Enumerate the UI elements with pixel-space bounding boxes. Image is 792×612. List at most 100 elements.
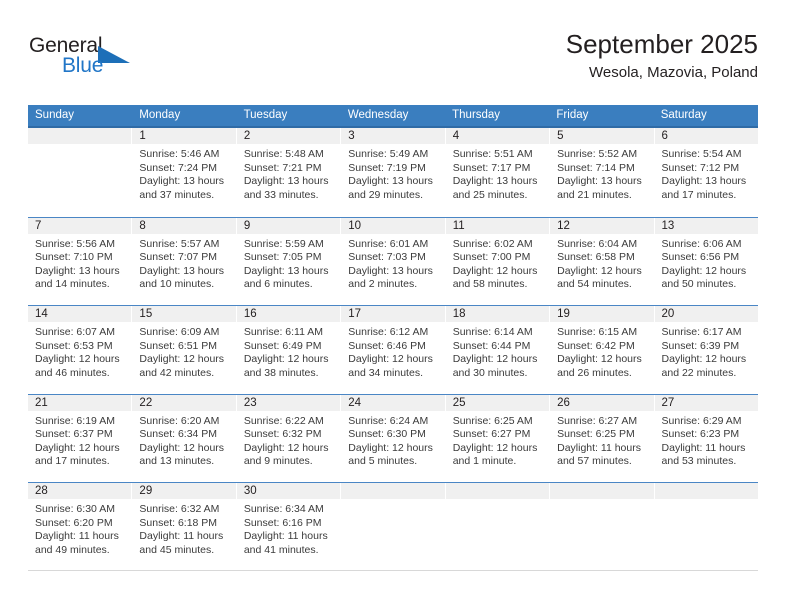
day-number — [445, 483, 550, 499]
day-daylight-line2-text: and 29 minutes. — [348, 188, 423, 201]
calendar-day-19[interactable]: 19 Sunrise: 6:15 AM Sunset: 6:42 PM Dayligh… — [550, 306, 655, 394]
day-details: Sunrise: 6:15 AM Sunset: 6:42 PM Daylight:… — [550, 322, 653, 380]
calendar-day-20[interactable]: 20 Sunrise: 6:17 AM Sunset: 6:39 PM Dayligh… — [654, 306, 758, 394]
day-daylight-line2-text: and 42 minutes. — [139, 366, 215, 379]
day-number: 23 — [236, 394, 341, 411]
day-number — [550, 483, 654, 499]
calendar-day-13[interactable]: 13 Sunrise: 6:06 AM Sunset: 6:56 PM Dayligh… — [654, 217, 758, 305]
calendar-day-15[interactable]: 15 Sunrise: 6:09 AM Sunset: 6:51 PM Dayligh… — [132, 306, 237, 394]
day-daylight-line2-text: and 22 minutes. — [661, 366, 737, 379]
day-sunrise-text: Sunrise: 6:04 AM — [557, 237, 638, 250]
day-number: 27 — [654, 394, 758, 411]
day-sunset-text: Sunset: 6:23 PM — [661, 428, 740, 441]
day-number — [341, 483, 445, 499]
day-sunrise-text: Sunrise: 6:15 AM — [557, 326, 638, 338]
day-daylight-line1-text: Daylight: 12 hours — [139, 441, 225, 454]
day-sunset-text: Sunset: 6:16 PM — [243, 516, 322, 529]
day-sunrise-text: Sunrise: 6:22 AM — [243, 414, 324, 427]
calendar-day-5[interactable]: 5 Sunrise: 5:52 AM Sunset: 7:14 PM Daylight… — [550, 128, 655, 217]
calendar-day-2[interactable]: 2 Sunrise: 5:48 AM Sunset: 7:21 PM Daylight… — [236, 128, 342, 217]
calendar-day-16[interactable]: 16 Sunrise: 6:11 AM Sunset: 6:49 PM Dayligh… — [236, 306, 342, 394]
calendar-day-28[interactable]: 28 Sunrise: 6:30 AM Sunset: 6:20 PM Dayligh… — [28, 483, 133, 570]
day-number: 26 — [550, 394, 654, 411]
calendar-day-empty — [654, 483, 758, 570]
day-sunrise-text: Sunrise: 6:02 AM — [452, 237, 533, 250]
calendar-day-18[interactable]: 18 Sunrise: 6:14 AM Sunset: 6:44 PM Dayligh… — [445, 306, 551, 394]
calendar-day-29[interactable]: 29 Sunrise: 6:32 AM Sunset: 6:18 PM Dayligh… — [132, 483, 237, 570]
day-sunset-text: Sunset: 6:34 PM — [139, 428, 218, 441]
day-details — [341, 499, 444, 503]
day-details: Sunrise: 5:56 AM Sunset: 7:10 PM Daylight:… — [28, 234, 131, 292]
day-number: 25 — [445, 394, 550, 411]
day-daylight-line2-text: and 9 minutes. — [243, 455, 313, 468]
weekday-header-wednesday: Wednesday — [347, 109, 409, 121]
brand-logo[interactable]: General Blue — [28, 30, 248, 88]
calendar-week-row: 1 Sunrise: 5:46 AM Sunset: 7:24 PM Daylight… — [28, 128, 758, 217]
day-number: 13 — [654, 217, 758, 234]
day-details: Sunrise: 6:25 AM Sunset: 6:27 PM Daylight:… — [446, 411, 549, 469]
day-sunset-text: Sunset: 7:12 PM — [661, 161, 740, 174]
day-daylight-line2-text: and 17 minutes. — [661, 188, 737, 201]
day-daylight-line1-text: Daylight: 12 hours — [661, 353, 747, 366]
day-number: 18 — [445, 306, 550, 322]
day-sunrise-text: Sunrise: 6:24 AM — [348, 414, 429, 427]
day-sunset-text: Sunset: 6:30 PM — [348, 428, 426, 441]
calendar-day-22[interactable]: 22 Sunrise: 6:20 AM Sunset: 6:34 PM Dayligh… — [132, 394, 237, 482]
day-daylight-line2-text: and 37 minutes. — [139, 188, 215, 201]
day-daylight-line2-text: and 30 minutes. — [452, 366, 528, 379]
day-number: 10 — [341, 217, 445, 234]
calendar-day-empty — [445, 483, 551, 570]
calendar-day-10[interactable]: 10 Sunrise: 6:01 AM Sunset: 7:03 PM Dayligh… — [341, 217, 446, 305]
calendar-day-8[interactable]: 8 Sunrise: 5:57 AM Sunset: 7:07 PM Daylight… — [132, 217, 237, 305]
calendar-day-12[interactable]: 12 Sunrise: 6:04 AM Sunset: 6:58 PM Dayligh… — [550, 217, 655, 305]
day-sunset-text: Sunset: 7:19 PM — [348, 161, 426, 174]
day-daylight-line1-text: Daylight: 12 hours — [139, 353, 225, 366]
day-daylight-line1-text: Daylight: 11 hours — [243, 530, 328, 543]
calendar-day-30[interactable]: 30 Sunrise: 6:34 AM Sunset: 6:16 PM Dayligh… — [236, 483, 342, 570]
day-sunset-text: Sunset: 7:03 PM — [348, 251, 426, 264]
day-sunset-text: Sunset: 7:05 PM — [243, 251, 322, 264]
calendar-day-11[interactable]: 11 Sunrise: 6:02 AM Sunset: 7:00 PM Dayligh… — [445, 217, 551, 305]
day-number: 24 — [341, 394, 445, 411]
calendar-day-9[interactable]: 9 Sunrise: 5:59 AM Sunset: 7:05 PM Daylight… — [236, 217, 342, 305]
calendar-day-25[interactable]: 25 Sunrise: 6:25 AM Sunset: 6:27 PM Dayligh… — [445, 394, 551, 482]
day-details: Sunrise: 6:12 AM Sunset: 6:46 PM Daylight:… — [341, 322, 444, 380]
calendar-day-23[interactable]: 23 Sunrise: 6:22 AM Sunset: 6:32 PM Dayligh… — [236, 394, 342, 482]
calendar-day-4[interactable]: 4 Sunrise: 5:51 AM Sunset: 7:17 PM Daylight… — [445, 128, 551, 217]
weekday-header-row: Sunday Monday Tuesday Wednesday Thursday Frid… — [28, 105, 758, 128]
day-daylight-line2-text: and 41 minutes. — [243, 543, 319, 556]
day-sunrise-text: Sunrise: 6:34 AM — [243, 503, 324, 515]
calendar-week-row: 21 Sunrise: 6:19 AM Sunset: 6:37 PM Dayligh… — [28, 393, 758, 482]
day-daylight-line2-text: and 1 minute. — [452, 455, 517, 468]
day-sunrise-text: Sunrise: 6:25 AM — [452, 414, 533, 427]
day-details: Sunrise: 6:24 AM Sunset: 6:30 PM Daylight:… — [341, 411, 444, 469]
calendar-day-1[interactable]: 1 Sunrise: 5:46 AM Sunset: 7:24 PM Daylight… — [132, 128, 237, 217]
day-sunset-text: Sunset: 6:46 PM — [348, 339, 426, 352]
calendar-day-empty — [341, 483, 446, 570]
day-daylight-line2-text: and 10 minutes. — [139, 278, 215, 291]
day-details: Sunrise: 5:49 AM Sunset: 7:19 PM Daylight:… — [341, 144, 444, 202]
calendar-page: General Blue September 2025 Wesola, Mazo… — [0, 0, 792, 612]
calendar-day-6[interactable]: 6 Sunrise: 5:54 AM Sunset: 7:12 PM Daylight… — [654, 128, 758, 217]
calendar-day-17[interactable]: 17 Sunrise: 6:12 AM Sunset: 6:46 PM Dayligh… — [341, 306, 446, 394]
day-details: Sunrise: 5:46 AM Sunset: 7:24 PM Daylight:… — [132, 144, 235, 202]
day-daylight-line1-text: Daylight: 13 hours — [139, 264, 225, 277]
calendar-day-7[interactable]: 7 Sunrise: 5:56 AM Sunset: 7:10 PM Daylight… — [28, 217, 133, 305]
calendar-day-27[interactable]: 27 Sunrise: 6:29 AM Sunset: 6:23 PM Dayligh… — [654, 394, 758, 482]
day-daylight-line2-text: and 21 minutes. — [557, 188, 632, 201]
day-sunset-text: Sunset: 7:07 PM — [139, 251, 218, 264]
calendar-day-14[interactable]: 14 Sunrise: 6:07 AM Sunset: 6:53 PM Dayligh… — [28, 306, 133, 394]
day-sunset-text: Sunset: 6:20 PM — [35, 516, 113, 529]
day-daylight-line2-text: and 38 minutes. — [243, 366, 319, 379]
day-daylight-line1-text: Daylight: 13 hours — [243, 175, 329, 188]
day-daylight-line1-text: Daylight: 12 hours — [35, 353, 120, 366]
calendar-day-26[interactable]: 26 Sunrise: 6:27 AM Sunset: 6:25 PM Dayligh… — [550, 394, 655, 482]
day-number: 14 — [28, 306, 132, 322]
day-number: 1 — [132, 128, 236, 144]
calendar-day-3[interactable]: 3 Sunrise: 5:49 AM Sunset: 7:19 PM Daylight… — [341, 128, 446, 217]
day-details: Sunrise: 6:07 AM Sunset: 6:53 PM Daylight:… — [28, 322, 131, 380]
calendar-day-21[interactable]: 21 Sunrise: 6:19 AM Sunset: 6:37 PM Dayligh… — [28, 394, 133, 482]
calendar-day-24[interactable]: 24 Sunrise: 6:24 AM Sunset: 6:30 PM Dayligh… — [341, 394, 446, 482]
day-details: Sunrise: 6:11 AM Sunset: 6:49 PM Daylight:… — [237, 322, 340, 380]
weekday-header-sunday: Sunday — [35, 109, 75, 121]
